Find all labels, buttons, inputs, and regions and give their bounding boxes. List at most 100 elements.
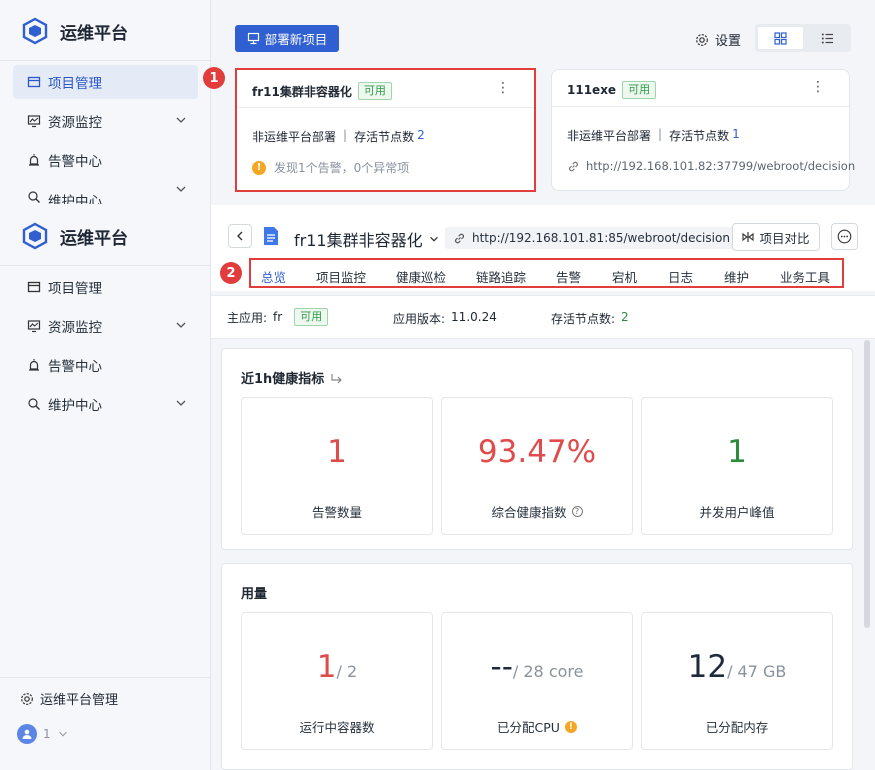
nodes-label: 存活节点数 <box>354 130 415 144</box>
more-menu-icon[interactable]: ⋮ <box>496 80 510 96</box>
jump-arrow-icon[interactable] <box>330 372 344 384</box>
nodes-count: 2 <box>417 128 425 142</box>
metric-value: 1 <box>327 434 347 470</box>
warning-icon: ! <box>564 720 577 733</box>
chevron-down-icon <box>176 117 186 123</box>
alive-nodes-label: 存活节点数: <box>551 312 616 326</box>
sidebar-item-maintenance[interactable]: 维护中心 <box>13 182 198 204</box>
sidebar-item-alarm[interactable]: 告警中心 <box>13 143 198 177</box>
metric-peak-users[interactable]: 1 并发用户峰值 <box>641 397 833 535</box>
sidebar-item-monitor[interactable]: 资源监控 <box>13 104 198 138</box>
compare-icon <box>742 232 755 242</box>
metric-label: 运行中容器数 <box>299 720 375 735</box>
sidebar-item-label: 项目管理 <box>48 76 102 92</box>
sidebar-divider <box>0 677 211 678</box>
tab-alarm[interactable]: 告警 <box>556 267 581 286</box>
more-menu-icon[interactable]: ⋮ <box>811 79 825 95</box>
tab-health-check[interactable]: 健康巡检 <box>396 267 446 286</box>
deploy-button[interactable]: 部署新项目 <box>235 25 339 52</box>
logo-cube-icon <box>22 17 48 45</box>
user-icon <box>22 729 32 739</box>
nodes-label: 存活节点数 <box>669 129 730 143</box>
gear-icon <box>21 692 33 705</box>
back-button[interactable] <box>228 224 252 248</box>
metric-cpu[interactable]: --/ 28 core 已分配CPU ! <box>441 612 633 750</box>
app-title: 运维平台 <box>60 228 128 249</box>
annotation-badge-1: 1 <box>203 67 225 89</box>
project-url: http://192.168.101.81:85/webroot/decisio… <box>472 231 730 245</box>
app-logo: 运维平台 <box>22 222 128 250</box>
sidebar-item-label: 项目管理 <box>48 281 102 297</box>
sidebar-item-alarm[interactable]: 告警中心 <box>13 348 198 382</box>
list-view-button[interactable] <box>805 27 849 49</box>
tab-business-tools[interactable]: 业务工具 <box>780 267 830 286</box>
platform-settings-link[interactable]: 运维平台管理 <box>20 689 118 708</box>
compare-button[interactable]: 项目对比 <box>732 223 820 251</box>
project-icon <box>27 76 41 88</box>
sidebar-item-label: 资源监控 <box>48 115 102 131</box>
user-menu[interactable]: 1 <box>17 724 69 744</box>
grid-view-button[interactable] <box>758 27 803 49</box>
monitor-icon <box>27 115 41 128</box>
tab-project-monitor[interactable]: 项目监控 <box>316 267 366 286</box>
metric-value: 93.47% <box>477 434 597 470</box>
status-badge: 可用 <box>357 82 392 100</box>
usage-title: 用量 <box>241 587 268 602</box>
sidebar-item-project[interactable]: 项目管理 <box>13 65 198 99</box>
metric-value: 1 <box>727 434 747 470</box>
status-badge: 可用 <box>294 308 329 326</box>
view-toggle <box>755 24 851 52</box>
project-card[interactable]: fr11集群非容器化 可用 ⋮ 非运维平台部署 | 存活节点数 2 ! 发现1个… <box>235 68 536 192</box>
metric-value: 12 <box>687 649 728 685</box>
project-selector[interactable]: fr11集群非容器化 <box>294 227 440 251</box>
scrollbar[interactable] <box>864 340 870 628</box>
tab-log[interactable]: 日志 <box>668 267 693 286</box>
tab-overview[interactable]: 总览 <box>261 267 286 286</box>
tab-maintenance[interactable]: 维护 <box>724 267 749 286</box>
sidebar-item-maintenance[interactable]: 维护中心 <box>13 387 198 421</box>
more-options-button[interactable] <box>831 223 858 250</box>
monitor-icon <box>27 320 41 333</box>
settings-label: 设置 <box>715 34 742 49</box>
warning-icon: ! <box>252 160 266 175</box>
project-name: fr11集群非容器化 <box>252 84 352 99</box>
deploy-button-label: 部署新项目 <box>264 32 328 47</box>
alarm-icon <box>29 359 39 371</box>
metric-value: 1 <box>316 649 337 685</box>
project-name: 111exe <box>567 83 617 97</box>
metric-label: 并发用户峰值 <box>699 505 775 520</box>
tab-bar: 总览 项目监控 健康巡检 链路追踪 告警 宕机 日志 维护 业务工具 <box>249 258 844 288</box>
user-name: 1 <box>43 727 51 741</box>
main-app-value: fr <box>273 310 283 324</box>
metric-total: / 2 <box>336 662 358 681</box>
metric-health-index[interactable]: 93.47% 综合健康指数 ? <box>441 397 633 535</box>
metric-label: 已分配CPU <box>497 720 560 735</box>
status-badge: 可用 <box>622 81 657 99</box>
link-icon <box>455 233 464 243</box>
tab-trace[interactable]: 链路追踪 <box>476 267 526 286</box>
project-url[interactable]: http://192.168.101.82:37799/webroot/deci… <box>586 159 855 173</box>
chevron-down-icon <box>176 400 186 406</box>
chevron-down-icon <box>176 186 186 192</box>
sidebar-item-project[interactable]: 项目管理 <box>13 270 198 304</box>
more-horizontal-icon <box>837 229 852 244</box>
metric-alarm-count[interactable]: 1 告警数量 <box>241 397 433 535</box>
tab-downtime[interactable]: 宕机 <box>612 267 637 286</box>
metric-containers[interactable]: 1/ 2 运行中容器数 <box>241 612 433 750</box>
alive-nodes-value: 2 <box>621 310 629 324</box>
help-icon[interactable]: ? <box>571 506 583 517</box>
metric-memory[interactable]: 12/ 47 GB 已分配内存 <box>641 612 833 750</box>
nodes-count: 1 <box>732 127 740 141</box>
sidebar-item-monitor[interactable]: 资源监控 <box>13 309 198 343</box>
chevron-down-icon <box>176 322 186 328</box>
project-url-chip[interactable]: http://192.168.101.81:85/webroot/decisio… <box>445 227 738 249</box>
project-card[interactable]: 111exe 可用 ⋮ 非运维平台部署 | 存活节点数 1 http://192… <box>551 69 855 191</box>
link-icon <box>569 161 578 171</box>
sidebar-item-label: 维护中心 <box>48 398 102 414</box>
version-label: 应用版本: <box>393 312 446 326</box>
gear-icon <box>696 33 708 46</box>
settings-link[interactable]: 设置 <box>695 30 741 49</box>
app-logo: 运维平台 <box>22 17 128 45</box>
deploy-type: 非运维平台部署 <box>567 129 652 143</box>
metric-label: 告警数量 <box>311 505 362 520</box>
